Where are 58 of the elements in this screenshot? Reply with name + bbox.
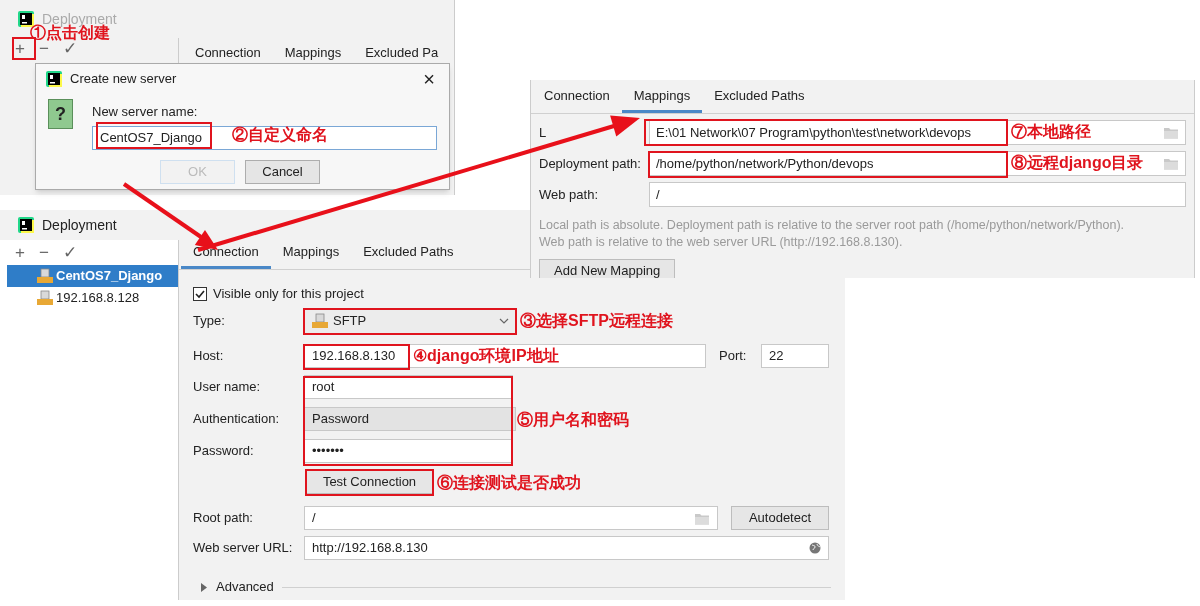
dialog-title: Create new server xyxy=(70,70,177,89)
toolbar-button[interactable]: ✓ xyxy=(62,244,77,261)
section-label[interactable]: Advanced xyxy=(216,577,274,597)
annotation-label: ③选择SFTP远程连接 xyxy=(520,311,673,331)
type-dropdown[interactable]: SFTP xyxy=(304,308,516,334)
input-field[interactable]: 22 xyxy=(761,344,829,368)
field-label: User name: xyxy=(193,378,262,397)
app-logo-icon xyxy=(46,71,62,87)
toolbar-button[interactable]: + xyxy=(15,40,25,68)
field-label: Host: xyxy=(193,347,225,366)
triangle-right-icon[interactable] xyxy=(199,582,208,592)
hint-text: Local path is absolute. Deployment path is relative to the server root path (/home/python/network/Python). xyxy=(539,217,1126,234)
dialog-button[interactable]: Cancel xyxy=(245,159,320,184)
field-label: Authentication: xyxy=(193,410,280,429)
window-title: Deployment xyxy=(42,215,117,235)
chevron-down-icon xyxy=(499,318,509,324)
field-label: Web server URL: xyxy=(193,539,294,558)
field-label: L xyxy=(539,123,547,142)
annotation-label: ⑦本地路径 xyxy=(1011,122,1091,142)
input-field[interactable]: root xyxy=(304,375,513,399)
field-label: Type: xyxy=(193,312,226,331)
tab[interactable]: Connection xyxy=(532,83,622,113)
annotation-label: ⑥连接测试是否成功 xyxy=(437,473,581,493)
server-list-item[interactable]: 192.168.8.128 xyxy=(7,287,178,309)
checkbox-label: Visible only for this project xyxy=(213,285,364,304)
field-label: Port: xyxy=(719,347,748,366)
field-label: Deployment path: xyxy=(539,154,641,173)
field-label: Password: xyxy=(193,442,255,461)
input-field[interactable]: / xyxy=(649,182,1186,207)
close-button[interactable]: × xyxy=(423,69,435,89)
field-label: Root path: xyxy=(193,509,254,528)
app-logo-icon xyxy=(18,217,34,233)
hint-text: Web path is relative to the web server URL (http://192.168.8.130). xyxy=(539,234,904,251)
server-list-item[interactable]: CentOS7_Django xyxy=(7,265,178,287)
annotation-label: ④django环境IP地址 xyxy=(413,346,559,366)
annotation-label: ⑧远程django目录 xyxy=(1011,153,1144,173)
question-icon: ? xyxy=(48,99,73,129)
toolbar-button[interactable]: − xyxy=(38,244,49,261)
input-field[interactable]: http://192.168.8.130 xyxy=(304,536,829,560)
autodetect-button[interactable]: Autodetect xyxy=(731,506,829,530)
tab[interactable]: Excluded Paths xyxy=(702,83,817,113)
authentication-dropdown[interactable]: Password xyxy=(304,407,516,431)
input-field[interactable]: / xyxy=(304,506,718,530)
annotation-label: ⑤用户名和密码 xyxy=(517,410,629,430)
add-mapping-button[interactable]: Add New Mapping xyxy=(539,259,676,278)
tab[interactable]: Excluded Paths xyxy=(351,239,466,269)
toolbar-button[interactable]: + xyxy=(15,244,25,261)
tab[interactable]: Mappings xyxy=(621,83,703,113)
annotation-label: ②自定义命名 xyxy=(232,125,328,145)
checkbox[interactable] xyxy=(193,287,207,301)
field-label: New server name: xyxy=(92,103,199,121)
server-icon xyxy=(311,313,329,329)
password-field[interactable]: ••••••• xyxy=(304,439,513,463)
server-icon xyxy=(36,290,54,306)
server-icon xyxy=(36,268,54,284)
tab[interactable]: Mappings xyxy=(270,239,352,269)
globe-icon[interactable] xyxy=(809,542,821,554)
field-label: Web path: xyxy=(539,185,599,204)
